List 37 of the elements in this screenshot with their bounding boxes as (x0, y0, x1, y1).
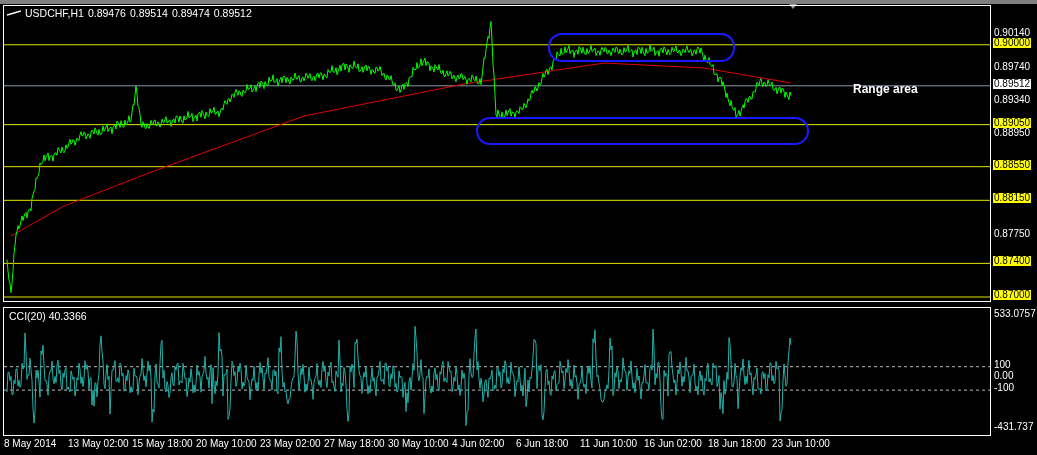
annotation-text: Range area (853, 82, 918, 96)
time-axis-label: 11 Jun 10:00 (580, 438, 639, 449)
indicator-label: CCI(20) 40.3366 (9, 310, 87, 322)
price-axis-label: 0.87000 (993, 290, 1032, 300)
price-axis-label: 0.89050 (993, 117, 1032, 128)
symbol-label: USDCHF,H1 (25, 7, 84, 19)
time-axis-label: 16 Jun 02:00 (644, 438, 703, 449)
time-axis-label: 30 May 10:00 (388, 438, 450, 449)
time-axis-label: 27 May 18:00 (324, 438, 386, 449)
quote-value: 0.89474 (171, 7, 210, 19)
price-axis-label: 0.90000 (993, 37, 1032, 48)
quote-value: 0.89476 (87, 7, 126, 19)
time-axis-label: 8 May 2014 (4, 438, 58, 449)
indicator-axis-label: 533.0757 (993, 309, 1037, 319)
time-axis-label: 23 Jun 10:00 (772, 438, 831, 449)
time-axis-label: 23 May 02:00 (260, 438, 322, 449)
price-axis-label: 0.89512 (993, 78, 1032, 89)
indicator-axis-label: -431.737 (993, 421, 1035, 432)
price-axis-label: 0.89740 (993, 61, 1032, 72)
price-axis-label: 0.87400 (993, 256, 1032, 267)
price-axis-label: 0.88550 (993, 159, 1032, 170)
price-axis-label: 0.89340 (993, 95, 1032, 106)
time-axis-label: 4 Jun 02:00 (452, 438, 506, 449)
quote-value: 0.89514 (129, 7, 168, 19)
indicator-axis-label: 0.00 (993, 371, 1015, 382)
time-axis-label: 20 May 10:00 (196, 438, 258, 449)
indicator-axis-label: -100 (993, 383, 1015, 394)
time-axis-label: 13 May 02:00 (68, 438, 130, 449)
quote-value: 0.89512 (213, 7, 252, 19)
time-axis-label: 18 Jun 18:00 (708, 438, 767, 449)
time-axis-label: 15 May 18:00 (132, 438, 194, 449)
price-axis-label: 0.88950 (993, 128, 1032, 139)
indicator-axis-label: 100 (993, 359, 1012, 370)
price-axis-label: 0.88150 (993, 193, 1032, 204)
price-axis-label: 0.90140 (993, 28, 1032, 38)
time-axis-label: 6 Jun 18:00 (516, 438, 570, 449)
price-axis-label: 0.87750 (993, 228, 1032, 239)
